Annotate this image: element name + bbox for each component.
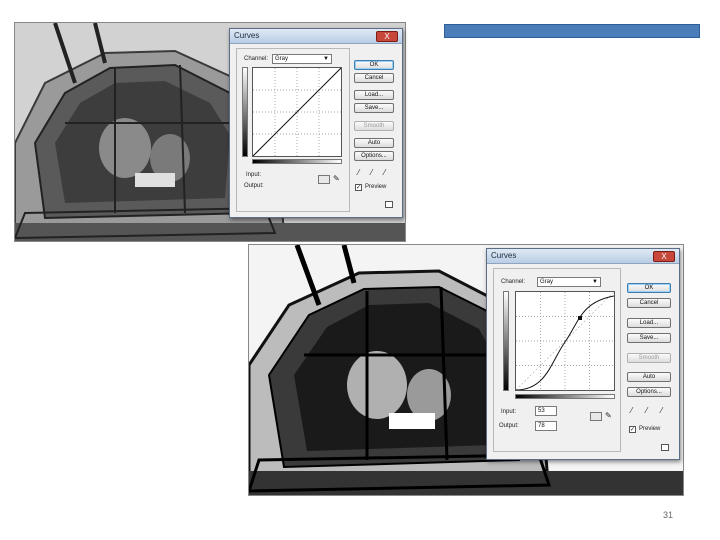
title-banner: [444, 24, 700, 38]
channel-select[interactable]: Gray ▼: [272, 54, 332, 64]
dialog-titlebar[interactable]: Curves X: [230, 29, 402, 44]
auto-button[interactable]: Auto: [627, 372, 671, 382]
chevron-down-icon: ▼: [592, 279, 598, 285]
load-button[interactable]: Load...: [354, 90, 394, 100]
input-label: Input:: [501, 409, 517, 415]
expand-options-icon[interactable]: [385, 201, 393, 208]
curve-mode-icon[interactable]: [590, 412, 602, 421]
ok-button[interactable]: OK: [627, 283, 671, 293]
curve-line: [252, 67, 342, 157]
black-eyedropper-icon[interactable]: ⁄: [631, 407, 632, 415]
channel-label: Channel:: [501, 279, 526, 285]
curves-dialog-before: Curves X Channel: Gray ▼ Input: Output: …: [229, 28, 403, 218]
curve-grid: [252, 67, 342, 157]
ok-button[interactable]: OK: [354, 60, 394, 70]
save-button[interactable]: Save...: [627, 333, 671, 343]
preview-label: Preview: [639, 426, 661, 432]
curve-graph[interactable]: [252, 67, 342, 157]
gray-eyedropper-icon[interactable]: ⁄: [371, 169, 372, 177]
cancel-button[interactable]: Cancel: [627, 298, 671, 308]
channel-label: Channel:: [244, 56, 269, 62]
curves-dialog-after: Curves X Channel: Gray ▼ Input: 53 Outpu…: [486, 248, 680, 460]
smooth-button[interactable]: Smooth: [354, 121, 394, 131]
channel-value: Gray: [540, 279, 554, 285]
pencil-icon[interactable]: ✎: [333, 175, 340, 183]
pencil-icon[interactable]: ✎: [605, 412, 612, 420]
load-button[interactable]: Load...: [627, 318, 671, 328]
dialog-title: Curves: [234, 31, 260, 40]
input-value-field[interactable]: 53: [535, 406, 557, 416]
white-eyedropper-icon[interactable]: ⁄: [384, 169, 385, 177]
curve-graph[interactable]: [515, 291, 615, 391]
black-eyedropper-icon[interactable]: ⁄: [358, 169, 359, 177]
slide-number: 31: [663, 510, 674, 520]
options-button[interactable]: Options...: [354, 151, 394, 161]
save-button[interactable]: Save...: [354, 103, 394, 113]
preview-checkbox[interactable]: ✓: [355, 184, 362, 191]
auto-button[interactable]: Auto: [354, 138, 394, 148]
output-label: Output:: [244, 183, 264, 189]
input-label: Input:: [246, 172, 262, 178]
input-gradient-bar: [515, 394, 615, 399]
channel-select[interactable]: Gray ▼: [537, 277, 601, 287]
channel-value: Gray: [275, 56, 289, 62]
output-gradient-bar: [242, 67, 248, 157]
close-button[interactable]: X: [376, 31, 398, 42]
curve-point-handle: [578, 316, 582, 320]
gray-eyedropper-icon[interactable]: ⁄: [646, 407, 647, 415]
preview-checkbox[interactable]: ✓: [629, 426, 636, 433]
chevron-down-icon: ▼: [323, 56, 329, 62]
dialog-titlebar[interactable]: Curves X: [487, 249, 679, 264]
smooth-button[interactable]: Smooth: [627, 353, 671, 363]
curve-mode-icon[interactable]: [318, 175, 330, 184]
input-gradient-bar: [252, 159, 342, 164]
curve-grid: [515, 291, 615, 391]
cancel-button[interactable]: Cancel: [354, 73, 394, 83]
close-button[interactable]: X: [653, 251, 675, 262]
output-label: Output:: [499, 423, 519, 429]
output-value-field[interactable]: 78: [535, 421, 557, 431]
options-button[interactable]: Options...: [627, 387, 671, 397]
expand-options-icon[interactable]: [661, 444, 669, 451]
output-gradient-bar: [503, 291, 509, 391]
white-eyedropper-icon[interactable]: ⁄: [661, 407, 662, 415]
dialog-title: Curves: [491, 251, 517, 260]
preview-label: Preview: [365, 184, 387, 190]
